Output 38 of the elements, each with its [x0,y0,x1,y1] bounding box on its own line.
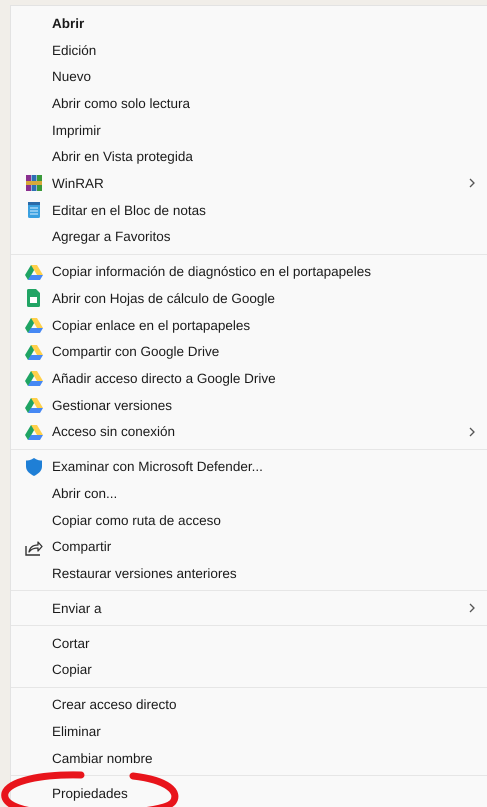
books-icon [24,174,42,192]
triangle-icon [24,344,42,360]
menu-item[interactable]: Agregar a Favoritos [52,229,171,244]
menu-item[interactable]: Editar en el Bloc de notas [52,202,206,218]
triangle-icon [24,424,42,440]
triangle-icon [24,264,42,280]
menu-item[interactable]: Nuevo [52,69,92,84]
menu-item[interactable]: Copiar enlace en el portapapeles [52,318,250,333]
notepad-icon [26,201,40,220]
menu-item[interactable]: Compartir [52,539,112,554]
menu-item[interactable]: Abrir como solo lectura [52,96,190,111]
menu-item[interactable]: Acceso sin conexión [52,424,176,440]
menu-item[interactable]: Imprimir [52,122,101,138]
menu-item[interactable]: Abrir [52,16,84,31]
menu-item[interactable]: Copiar [52,662,92,678]
triangle-icon [24,317,42,334]
menu-item[interactable]: Compartir con Google Drive [52,344,220,360]
menu-item[interactable]: Eliminar [52,724,101,739]
menu-item[interactable]: Cortar [52,636,90,651]
menu-item[interactable]: Restaurar versiones anteriores [52,566,237,581]
menu-item[interactable]: Enviar a [52,600,102,616]
menu-item[interactable]: Copiar información de diagnóstico en el portapapeles [52,264,371,280]
menu-item[interactable]: Abrir con Hojas de cálculo de Google [52,290,275,306]
menu-item[interactable]: Abrir en Vista protegida [52,149,193,164]
menu-item[interactable]: Examinar con Microsoft Defender... [52,459,263,474]
shield-icon [26,458,42,476]
menu-item[interactable]: Copiar como ruta de acceso [52,512,221,528]
menu-item[interactable]: Añadir acceso directo a Google Drive [52,370,276,386]
menu-item[interactable]: Edición [52,42,96,58]
triangle-icon [24,370,42,386]
menu-item[interactable]: WinRAR [52,176,104,191]
menu-item[interactable]: Propiedades [52,786,128,801]
menu-item[interactable]: Gestionar versiones [52,398,172,413]
triangle-icon [24,397,42,414]
menu-item[interactable]: Abrir con... [52,486,118,501]
spreadsheet-icon [27,289,40,308]
menu-item[interactable]: Cambiar nombre [52,750,153,766]
menu-item[interactable]: Crear acceso directo [52,697,177,712]
